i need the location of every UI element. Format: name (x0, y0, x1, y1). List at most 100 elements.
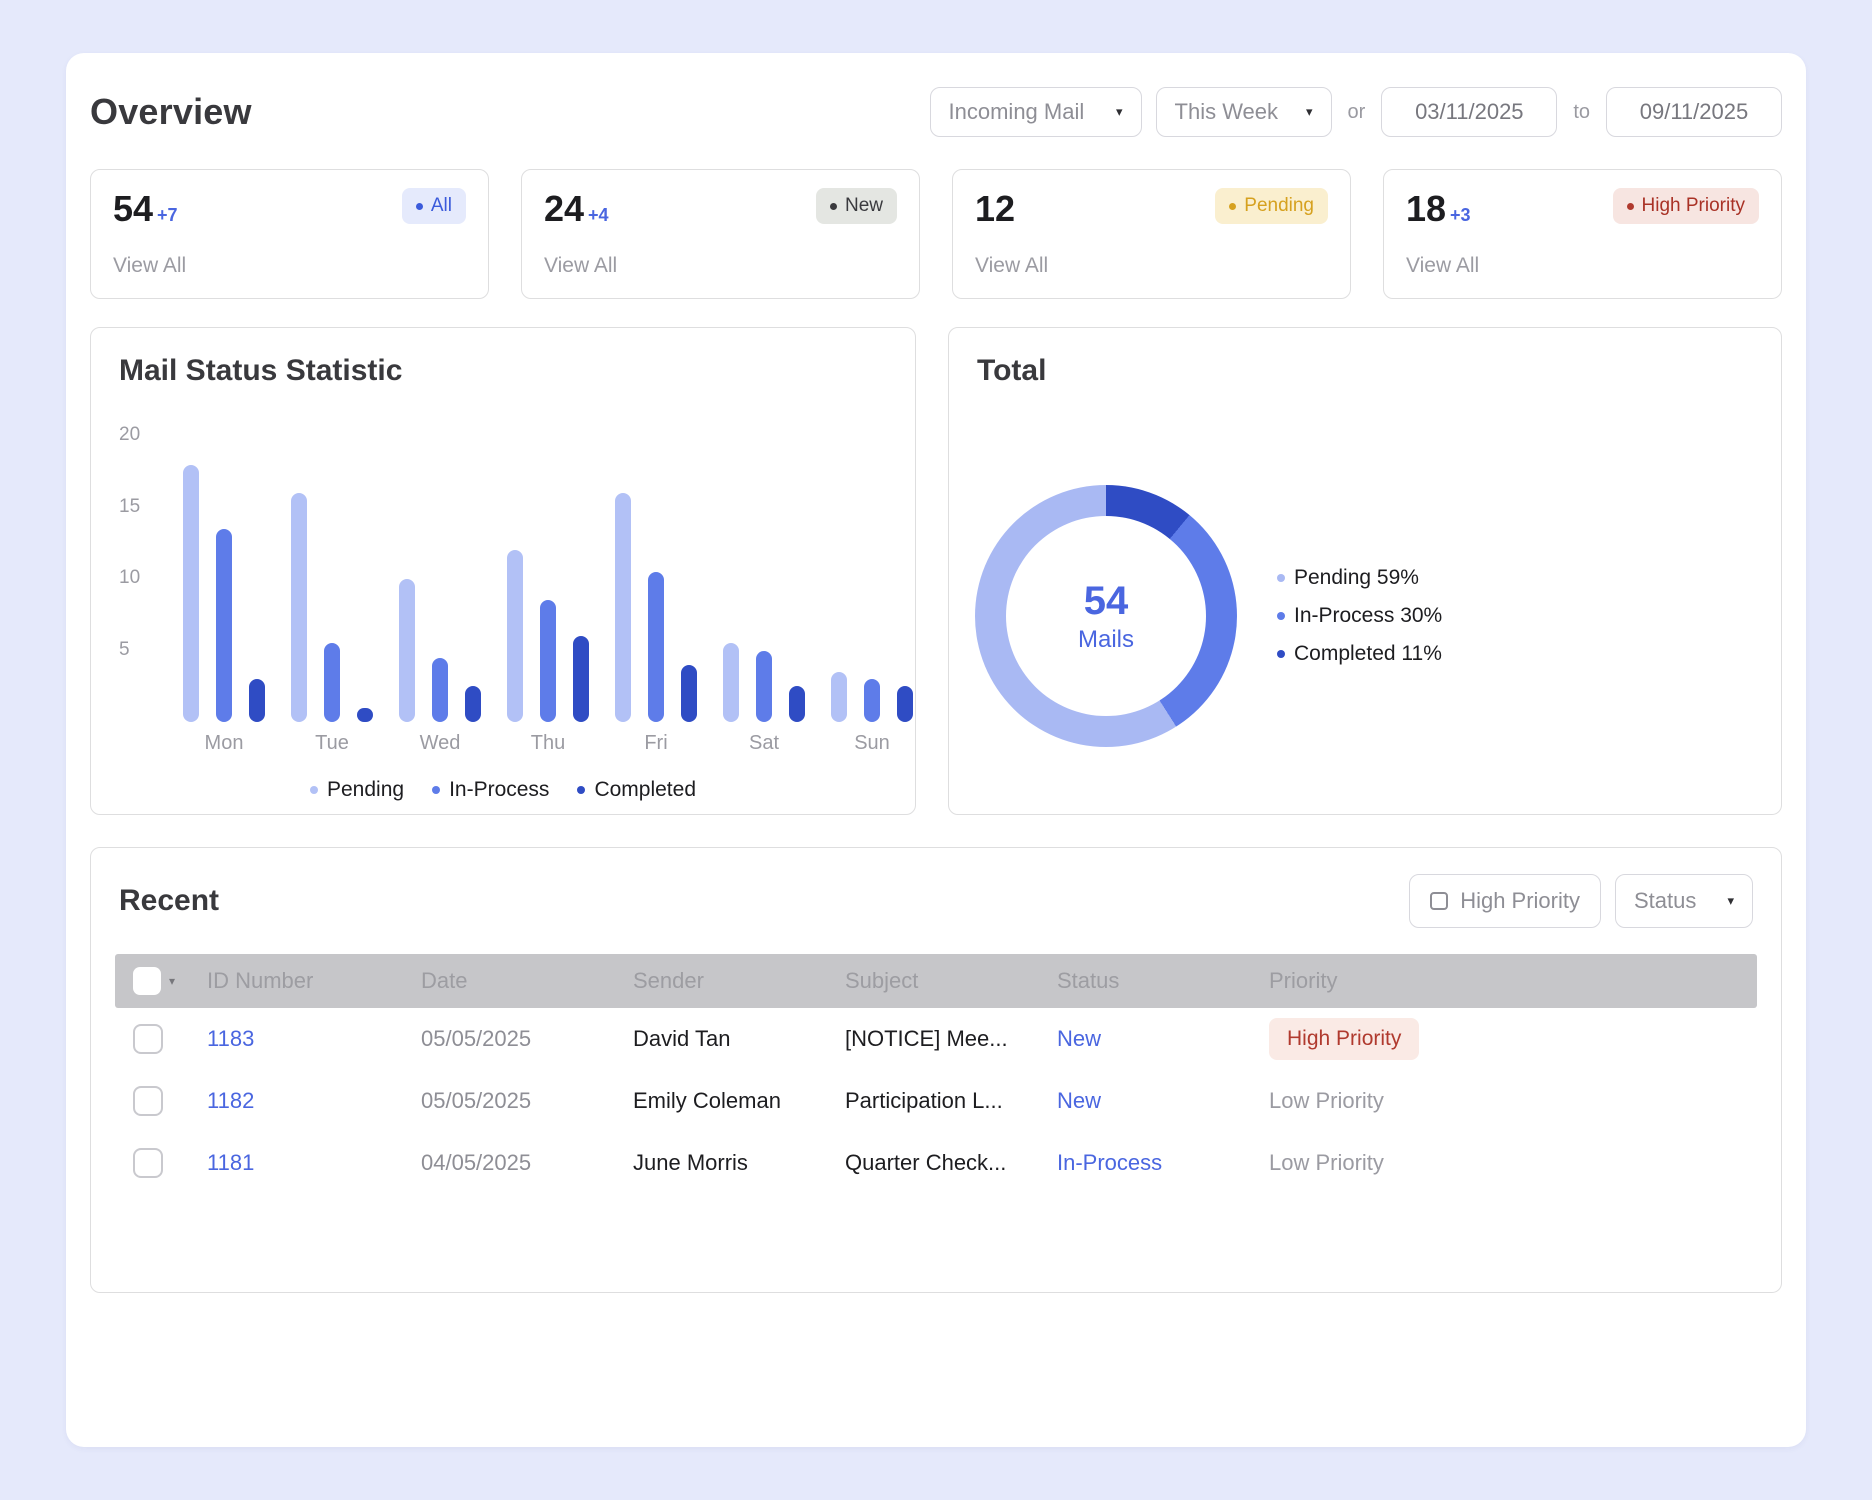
stat-badge-label: Pending (1244, 195, 1314, 216)
y-axis-tick-label: 5 (119, 638, 130, 660)
recent-title: Recent (119, 884, 220, 917)
chevron-down-icon: ▾ (1305, 104, 1313, 119)
table-header-row: ▾ ID Number Date Sender Subject Status Priori… (115, 954, 1757, 1008)
cell-id-number[interactable]: 1182 (207, 1088, 421, 1114)
stat-number-wrap: 54 +7 (113, 188, 178, 230)
cell-status: New (1057, 1088, 1102, 1113)
stat-card: 12 Pending View All (952, 169, 1351, 299)
stat-value: 24 (544, 188, 585, 229)
row-checkbox[interactable] (133, 1086, 163, 1116)
date-from-input[interactable]: 03/11/2025 (1381, 87, 1558, 137)
cell-id-number[interactable]: 1181 (207, 1150, 421, 1176)
bar-group: Wed (399, 436, 481, 754)
y-axis-tick-label: 10 (119, 567, 141, 588)
x-axis-category-label: Thu (530, 732, 566, 754)
table-row: 1183 05/05/2025 David Tan [NOTICE] Mee... Ne… (115, 1008, 1757, 1070)
cell-status: In-Process (1057, 1150, 1163, 1175)
stat-badge-label: New (844, 195, 883, 216)
donut-chart-card: Total 54 Mails Pending 59% In-Process 30%… (948, 327, 1782, 815)
bar-chart-title: Mail Status Statistic (119, 354, 403, 387)
bar-group: Tue (291, 436, 373, 754)
recent-table: ▾ ID Number Date Sender Subject Status Priori… (115, 954, 1757, 1194)
view-all-link[interactable]: View All (544, 254, 897, 278)
x-axis-category-label: Mon (204, 732, 244, 754)
period-dropdown[interactable]: This Week ▾ (1155, 87, 1332, 137)
table-row: 1182 05/05/2025 Emily Coleman Participation… (115, 1070, 1757, 1132)
y-axis-tick-label: 15 (119, 495, 141, 517)
mail-type-value: Incoming Mail (948, 99, 1085, 124)
bar-pending (831, 671, 847, 722)
x-axis-category-label: Sun (854, 732, 890, 754)
bar-in-process (216, 528, 232, 722)
bar-group: Fri (615, 436, 697, 754)
table-header-checkbox[interactable]: ▾ (115, 967, 207, 995)
legend-item: Completed (577, 778, 696, 802)
cell-sender: Emily Coleman (633, 1088, 781, 1113)
donut-total-value: 54 (1083, 578, 1129, 623)
legend-item: In-Process (432, 778, 549, 802)
bar-pending (723, 643, 739, 722)
column-header: Subject (845, 968, 919, 993)
cell-subject: Quarter Check... (845, 1150, 1007, 1175)
legend-item: In-Process 30% (1277, 604, 1442, 628)
bar-chart: 5 10 15 20 Mon Tue Wed Thu Fri Sat Sun (119, 424, 913, 758)
cell-sender: June Morris (633, 1150, 748, 1175)
cell-status: New (1057, 1026, 1102, 1051)
stat-number-wrap: 24 +4 (544, 188, 609, 230)
cell-id-number[interactable]: 1183 (207, 1026, 421, 1052)
stat-delta: +4 (588, 205, 609, 225)
bar-completed (465, 686, 481, 722)
bar-completed (789, 686, 805, 722)
bar-in-process (432, 657, 448, 722)
checkbox-icon (133, 967, 161, 995)
row-checkbox[interactable] (133, 1148, 163, 1178)
recent-header: Recent High Priority Status ▾ (115, 874, 1757, 928)
bar-in-process (648, 571, 664, 722)
bar-group: Sun (831, 436, 913, 754)
page-title: Overview (90, 91, 252, 132)
bar-pending (291, 493, 307, 722)
charts-row: Mail Status Statistic 5 10 15 20 Mon Tue Wed Th… (90, 327, 1782, 815)
bar-chart-legend: Pending In-Process Completed (91, 778, 915, 802)
view-all-link[interactable]: View All (1406, 254, 1759, 278)
legend-dot-icon (1277, 612, 1285, 620)
cell-subject: [NOTICE] Mee... (845, 1026, 1008, 1051)
row-checkbox[interactable] (133, 1024, 163, 1054)
badge-dot-icon (415, 202, 423, 210)
recent-controls: High Priority Status ▾ (1409, 874, 1753, 928)
stat-badge-label: High Priority (1641, 195, 1745, 216)
chevron-down-icon: ▾ (1727, 893, 1734, 908)
table-body: 1183 05/05/2025 David Tan [NOTICE] Mee... Ne… (115, 1008, 1757, 1194)
donut-chart: 54 Mails (975, 485, 1237, 747)
high-priority-filter[interactable]: High Priority (1409, 874, 1601, 928)
overview-panel: Overview Incoming Mail ▾ This Week ▾ or … (66, 53, 1806, 1447)
badge-dot-icon (829, 202, 837, 210)
stat-badge: Pending (1215, 188, 1328, 224)
legend-dot-icon (309, 786, 318, 794)
column-header: Priority (1269, 968, 1338, 993)
legend-dot-icon (577, 786, 586, 794)
header: Overview Incoming Mail ▾ This Week ▾ or … (90, 87, 1782, 137)
bar-completed (357, 707, 373, 722)
stat-number-wrap: 12 (975, 188, 1015, 230)
header-controls: Incoming Mail ▾ This Week ▾ or 03/11/202… (929, 87, 1782, 137)
view-all-link[interactable]: View All (975, 254, 1328, 278)
cell-sender: David Tan (633, 1026, 731, 1051)
stat-value: 12 (975, 188, 1016, 229)
column-header: Status (1057, 968, 1120, 993)
date-to-input[interactable]: 09/11/2025 (1606, 87, 1782, 137)
cell-date: 05/05/2025 (421, 1026, 532, 1051)
stat-badge: High Priority (1612, 188, 1759, 224)
stat-delta: +3 (1450, 205, 1471, 225)
priority-badge: High Priority (1269, 1018, 1420, 1060)
bar-group: Sat (723, 436, 805, 754)
x-axis-category-label: Tue (315, 732, 349, 754)
view-all-link[interactable]: View All (113, 254, 466, 278)
stat-badge: New (815, 188, 897, 224)
bar-chart-card: Mail Status Statistic 5 10 15 20 Mon Tue Wed Th… (90, 327, 916, 815)
cell-priority: Low Priority (1269, 1150, 1757, 1176)
mail-type-dropdown[interactable]: Incoming Mail ▾ (929, 87, 1142, 137)
bar-in-process (864, 679, 880, 722)
bar-pending (615, 493, 631, 722)
status-filter-dropdown[interactable]: Status ▾ (1615, 874, 1753, 928)
